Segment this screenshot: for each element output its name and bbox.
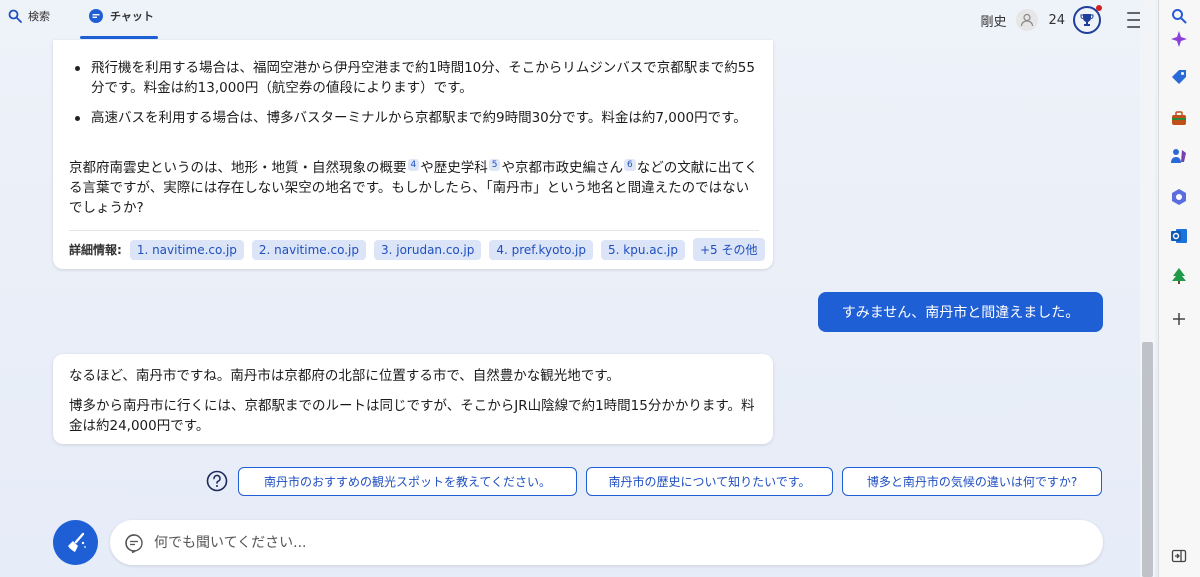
- suggestion-chip[interactable]: 南丹市の歴史について知りたいです。: [586, 467, 833, 496]
- suggestion-chip[interactable]: 南丹市のおすすめの観光スポットを教えてください。: [238, 467, 577, 496]
- scrollbar-thumb[interactable]: [1142, 342, 1153, 577]
- references-bar: 詳細情報: 1. navitime.co.jp 2. navitime.co.j…: [69, 238, 773, 261]
- edge-sidebar: [1158, 0, 1200, 577]
- sidebar-collapse-icon[interactable]: [1169, 546, 1189, 566]
- sidebar-m365-icon[interactable]: [1169, 187, 1189, 207]
- trophy-icon: [1080, 14, 1094, 26]
- message-paragraph: 博多から南丹市に行くには、京都駅までのルートは同じですが、そこからJR山陰線で約…: [69, 398, 755, 434]
- user-message-bubble: すみません、南丹市と間違えました。: [818, 292, 1103, 332]
- tab-search-label: 検索: [28, 10, 50, 23]
- active-tab-indicator: [80, 36, 158, 39]
- citation-4[interactable]: 4: [407, 159, 420, 171]
- broom-icon: [67, 532, 86, 552]
- list-item: 飛行機を利用する場合は、福岡空港から伊丹空港まで約1時間10分、そこからリムジン…: [75, 58, 761, 98]
- avatar[interactable]: [1016, 9, 1039, 31]
- question-icon: [206, 470, 228, 492]
- sidebar-tools-icon[interactable]: [1169, 108, 1189, 128]
- tab-search[interactable]: 検索: [8, 8, 50, 24]
- sidebar-outlook-icon[interactable]: [1169, 226, 1189, 246]
- chat-icon: [89, 9, 103, 23]
- tab-chat-label: チャット: [110, 10, 154, 23]
- sidebar-search-icon[interactable]: [1169, 6, 1189, 26]
- list-item: 高速バスを利用する場合は、博多バスターミナルから京都駅まで約9時間30分です。料…: [75, 108, 761, 128]
- reference-link[interactable]: 2. navitime.co.jp: [251, 239, 366, 260]
- new-topic-button[interactable]: [53, 520, 98, 565]
- top-bar: 検索 チャット 剛史 24: [0, 0, 1155, 40]
- paragraph-text: や京都市政史編さん: [501, 160, 623, 176]
- reference-link[interactable]: 5. kpu.ac.jp: [601, 239, 685, 260]
- user-area: 剛史 24: [980, 5, 1155, 34]
- suggestion-chip[interactable]: 博多と南丹市の気候の違いは何ですか?: [842, 467, 1102, 496]
- sidebar-copilot-icon[interactable]: [1169, 29, 1189, 49]
- sidebar-add-icon[interactable]: [1169, 309, 1189, 329]
- search-icon: [8, 9, 22, 23]
- chat-input[interactable]: [154, 534, 1054, 551]
- divider: [69, 230, 759, 231]
- citation-5[interactable]: 5: [488, 159, 501, 171]
- more-references-link[interactable]: +5 その他: [692, 238, 765, 261]
- message-paragraph: なるほど、南丹市ですね。南丹市は京都府の北部に位置する市で、自然豊かな観光地です…: [69, 368, 620, 384]
- sidebar-shopping-icon[interactable]: [1169, 67, 1189, 87]
- reference-link[interactable]: 3. jorudan.co.jp: [373, 239, 482, 260]
- chat-input-container: [110, 520, 1103, 565]
- user-name[interactable]: 剛史: [980, 11, 1006, 30]
- paragraph-text: や歴史学科: [420, 160, 488, 176]
- citation-6[interactable]: 6: [623, 159, 636, 171]
- reward-points: 24: [1048, 12, 1065, 28]
- rewards-button[interactable]: [1073, 5, 1102, 34]
- references-label: 詳細情報:: [69, 243, 122, 257]
- sidebar-games-icon[interactable]: [1169, 146, 1189, 166]
- message-paragraph: 京都府南雲史というのは、地形・地質・自然現象の概要 4 や歴史学科 5 や京都市政史編さ…: [69, 158, 759, 218]
- tab-chat[interactable]: チャット: [88, 8, 154, 24]
- chat-bubble-icon: [125, 533, 143, 553]
- sidebar-tree-icon[interactable]: [1169, 266, 1189, 286]
- reference-link[interactable]: 1. navitime.co.jp: [129, 239, 244, 260]
- reference-link[interactable]: 4. pref.kyoto.jp: [489, 239, 594, 260]
- bot-message-card: なるほど、南丹市ですね。南丹市は京都府の北部に位置する市で、自然豊かな観光地です…: [53, 354, 773, 444]
- notification-dot: [1096, 5, 1102, 11]
- paragraph-text: 京都府南雲史というのは、地形・地質・自然現象の概要: [69, 160, 407, 176]
- bot-message-card: 飛行機を利用する場合は、福岡空港から伊丹空港まで約1時間10分、そこからリムジン…: [53, 40, 773, 269]
- person-icon: [1021, 13, 1034, 27]
